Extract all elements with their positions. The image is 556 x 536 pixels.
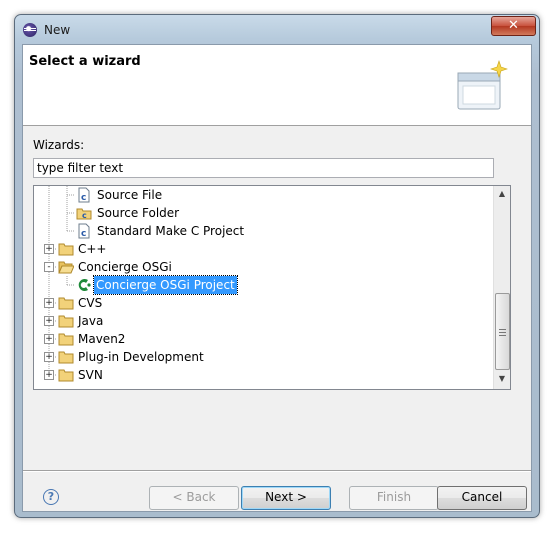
folder-icon [58, 315, 74, 328]
source-folder-icon: c [76, 208, 92, 220]
c-source-file-icon: c [78, 187, 90, 203]
tree-item-label: Plug-in Development [78, 350, 204, 364]
tree-item-source-file[interactable]: c Source File [34, 186, 494, 204]
expand-icon[interactable]: + [44, 352, 54, 362]
page-title: Select a wizard [29, 54, 141, 69]
close-icon: ✕ [508, 18, 519, 33]
tree-item-label: SVN [78, 368, 103, 382]
tree-item-concierge-osgi-project[interactable]: Concierge OSGi Project [34, 275, 494, 295]
folder-open-icon [58, 261, 74, 274]
tree-item-standard-make-c-project[interactable]: c Standard Make C Project [34, 222, 494, 240]
svg-text:c: c [82, 211, 87, 220]
svg-text:c: c [81, 193, 86, 203]
tree-item-plug-in-development[interactable]: + Plug-in Development [34, 348, 494, 366]
next-button[interactable]: Next > [241, 486, 331, 510]
button-bar-divider [23, 470, 531, 472]
dialog-window: New ✕ Select a wizard Wizards: type filt… [14, 14, 540, 518]
tree-item-label: Concierge OSGi [78, 260, 172, 274]
expand-icon[interactable]: + [44, 370, 54, 380]
scrollbar-thumb[interactable] [495, 293, 510, 370]
tree-item-maven2[interactable]: + Maven2 [34, 330, 494, 348]
vertical-scrollbar[interactable]: ▲ ▼ [493, 186, 510, 389]
expand-icon[interactable]: + [44, 244, 54, 254]
tree-item-label: Standard Make C Project [97, 224, 245, 238]
folder-icon [58, 243, 74, 256]
tree-item-label: Source Folder [97, 206, 180, 220]
tree-item-cpp[interactable]: + C++ [34, 240, 494, 258]
scroll-down-icon[interactable]: ▼ [494, 371, 510, 387]
collapse-icon[interactable]: - [44, 262, 54, 272]
wizard-window-icon [457, 60, 508, 110]
eclipse-icon [23, 23, 37, 37]
tree-item-java[interactable]: + Java [34, 312, 494, 330]
wizards-label: Wizards: [33, 138, 85, 152]
back-button[interactable]: < Back [149, 486, 239, 510]
tree-item-label: Source File [97, 188, 163, 202]
cancel-button[interactable]: Cancel [437, 486, 527, 510]
tree-item-label: Concierge OSGi Project [93, 275, 238, 295]
finish-button[interactable]: Finish [349, 486, 439, 510]
wizard-banner: Select a wizard [23, 45, 531, 126]
c-project-icon: c [78, 223, 90, 239]
dialog-client: Select a wizard Wizards: type filter tex… [22, 44, 532, 512]
grip-icon [499, 329, 506, 336]
tree-item-concierge-osgi[interactable]: - Concierge OSGi [34, 258, 494, 276]
expand-icon[interactable]: + [44, 334, 54, 344]
svg-text:c: c [81, 229, 86, 239]
concierge-icon [78, 279, 91, 291]
filter-input[interactable] [33, 158, 494, 178]
tree-item-label: Java [78, 314, 104, 328]
tree-item-cvs[interactable]: + CVS [34, 294, 494, 312]
help-icon[interactable]: ? [43, 489, 59, 505]
expand-icon[interactable]: + [44, 298, 54, 308]
folder-icon [58, 369, 74, 382]
scroll-up-icon[interactable]: ▲ [494, 186, 510, 202]
tree-item-label: CVS [78, 296, 103, 310]
close-button[interactable]: ✕ [491, 16, 536, 36]
tree-item-label: C++ [78, 242, 107, 256]
title-bar[interactable]: New ✕ [15, 15, 539, 45]
tree-item-source-folder[interactable]: c Source Folder [34, 204, 494, 222]
folder-icon [58, 333, 74, 346]
folder-icon [58, 297, 74, 310]
wizard-tree[interactable]: c Source File c Source Folder c Standard… [33, 185, 511, 390]
tree-item-svn[interactable]: + SVN [34, 366, 494, 384]
folder-icon [58, 351, 74, 364]
expand-icon[interactable]: + [44, 316, 54, 326]
window-title: New [44, 23, 71, 37]
tree-item-label: Maven2 [78, 332, 126, 346]
